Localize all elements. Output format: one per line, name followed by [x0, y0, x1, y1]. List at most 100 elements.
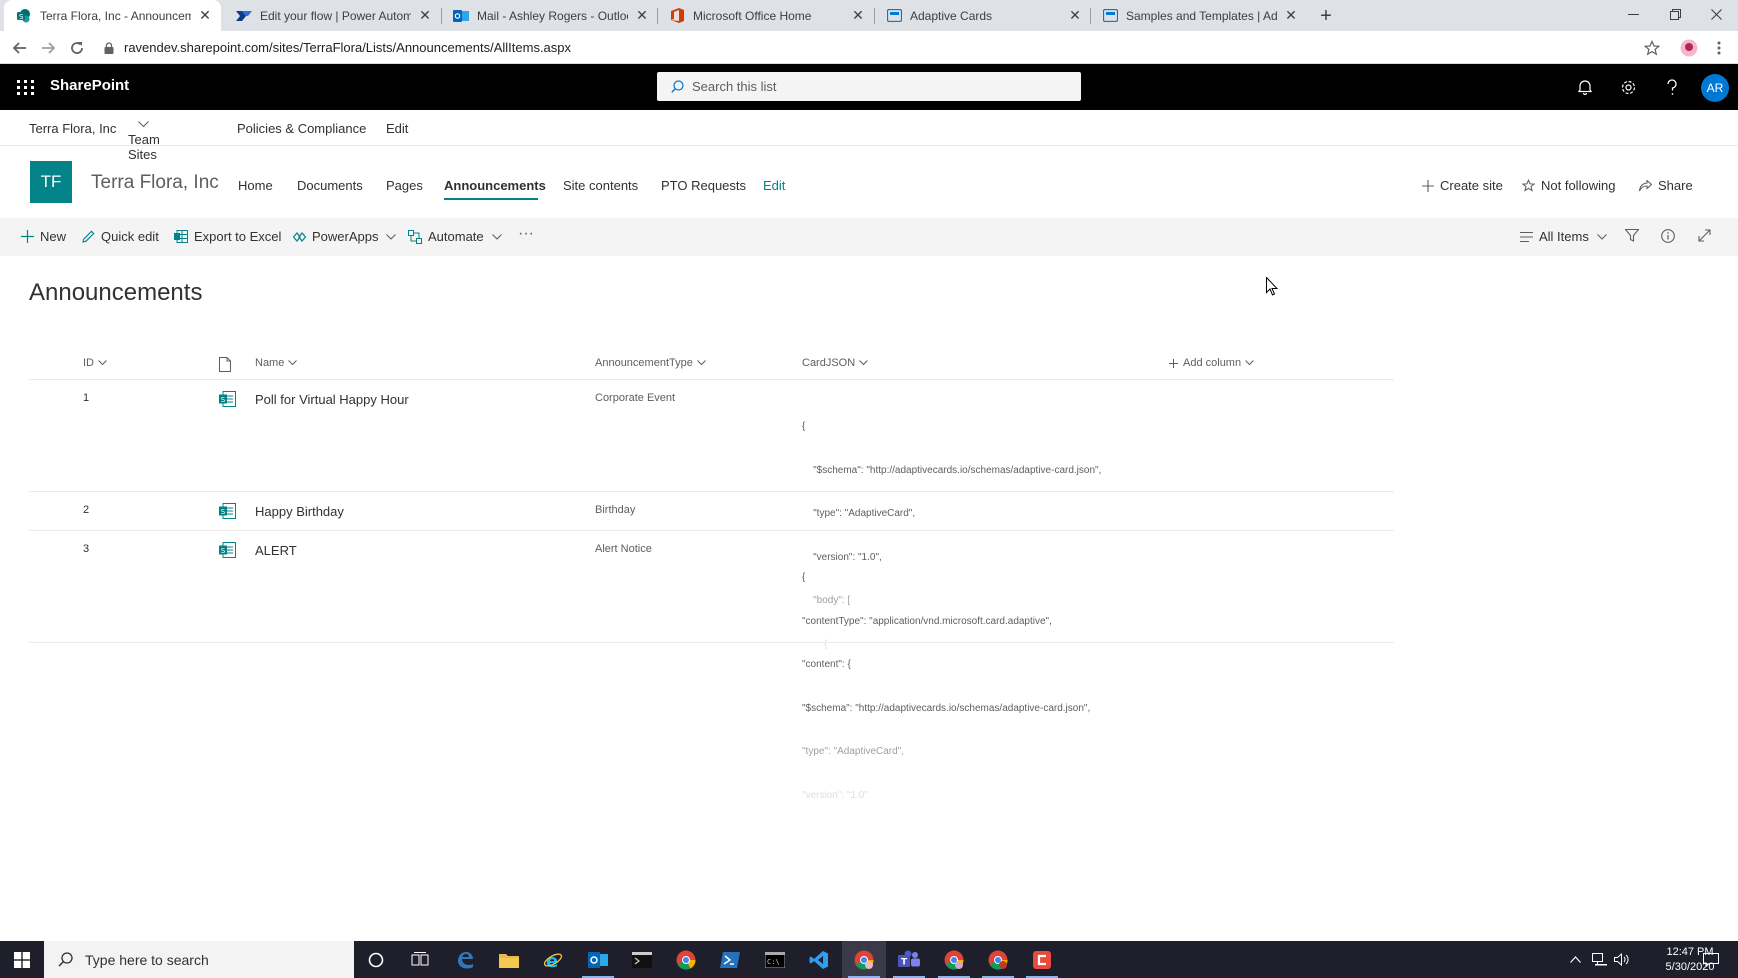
- volume-icon[interactable]: [1614, 941, 1629, 978]
- app-launcher-icon[interactable]: [10, 73, 38, 101]
- tray-overflow-icon[interactable]: [1570, 941, 1581, 978]
- excel-export-icon: [174, 230, 188, 243]
- view-switcher[interactable]: All Items: [1520, 229, 1607, 244]
- site-nav-pages[interactable]: Pages: [386, 178, 423, 193]
- quick-edit-button[interactable]: Quick edit: [82, 229, 159, 244]
- new-tab-button[interactable]: +: [1315, 5, 1337, 27]
- site-nav-pto-requests[interactable]: PTO Requests: [661, 178, 746, 193]
- column-header-file-type[interactable]: [219, 357, 231, 372]
- column-header-name[interactable]: Name: [255, 357, 298, 369]
- edge-icon[interactable]: [443, 941, 487, 978]
- teams-icon[interactable]: T: [887, 941, 931, 978]
- column-header-announcement-type[interactable]: AnnouncementType: [595, 357, 706, 369]
- hub-nav-home[interactable]: Terra Flora, Inc: [29, 121, 116, 136]
- browser-menu-icon[interactable]: [1707, 36, 1731, 60]
- browser-tab-adaptive-samples[interactable]: Samples and Templates | Adaptive Cards ✕: [1090, 0, 1307, 31]
- task-view-icon[interactable]: [398, 941, 442, 978]
- hub-nav-team-sites[interactable]: Team Sites: [128, 121, 160, 162]
- cell-name-link[interactable]: Poll for Virtual Happy Hour: [255, 392, 409, 407]
- vscode-icon[interactable]: [797, 941, 841, 978]
- chrome-icon[interactable]: [664, 941, 708, 978]
- reload-icon[interactable]: [65, 36, 89, 60]
- close-icon[interactable]: ✕: [197, 7, 213, 24]
- site-nav-announcements[interactable]: Announcements: [444, 178, 546, 193]
- action-center-icon[interactable]: [1703, 941, 1719, 978]
- sharepoint-brand[interactable]: SharePoint: [50, 77, 129, 94]
- follow-button[interactable]: Not following: [1522, 178, 1615, 193]
- site-nav-edit[interactable]: Edit: [763, 178, 785, 193]
- filter-icon[interactable]: [1625, 229, 1639, 242]
- powershell-icon[interactable]: [708, 941, 752, 978]
- network-icon[interactable]: [1592, 941, 1607, 978]
- tab-title: Edit your flow | Power Automate: [260, 8, 411, 23]
- column-header-card-json[interactable]: CardJSON: [802, 357, 869, 369]
- hub-nav-policies[interactable]: Policies & Compliance: [237, 121, 366, 136]
- automate-label: Automate: [428, 229, 484, 244]
- address-bar[interactable]: ravendev.sharepoint.com/sites/TerraFlora…: [100, 34, 1680, 61]
- user-avatar[interactable]: AR: [1701, 74, 1729, 102]
- notifications-bell-icon[interactable]: [1572, 74, 1598, 100]
- site-nav-site-contents[interactable]: Site contents: [563, 178, 638, 193]
- close-window-button[interactable]: [1694, 0, 1738, 28]
- outlook-taskbar-icon[interactable]: [576, 941, 620, 978]
- back-icon[interactable]: [8, 36, 32, 60]
- windows-start-icon[interactable]: [0, 941, 44, 978]
- search-input[interactable]: Search this list: [657, 72, 1081, 101]
- automate-button[interactable]: Automate: [408, 229, 502, 244]
- browser-tab-sharepoint[interactable]: S Terra Flora, Inc - Announcements ✕: [4, 0, 221, 31]
- close-icon[interactable]: ✕: [634, 7, 650, 24]
- chevron-down-icon: [98, 360, 107, 366]
- chrome-profile-2-icon[interactable]: [932, 941, 976, 978]
- camtasia-icon[interactable]: [1020, 941, 1064, 978]
- bookmark-star-icon[interactable]: [1640, 36, 1664, 60]
- browser-tab-power-automate[interactable]: Edit your flow | Power Automate ✕: [224, 0, 441, 31]
- internet-explorer-icon[interactable]: e: [531, 941, 575, 978]
- site-title[interactable]: Terra Flora, Inc: [91, 172, 219, 194]
- command-prompt-icon[interactable]: C:\: [753, 941, 797, 978]
- column-header-id[interactable]: ID: [83, 357, 107, 369]
- add-column-button[interactable]: Add column: [1169, 357, 1254, 369]
- close-icon[interactable]: ✕: [1283, 7, 1299, 24]
- new-button[interactable]: New: [21, 229, 66, 244]
- svg-text:S: S: [221, 547, 226, 555]
- file-explorer-icon[interactable]: [487, 941, 531, 978]
- row-divider: [29, 491, 1394, 492]
- restore-button[interactable]: [1653, 0, 1697, 28]
- svg-text:S: S: [221, 396, 226, 404]
- chrome-profile-icon[interactable]: [842, 941, 886, 978]
- taskbar-search-placeholder: Type here to search: [85, 951, 209, 968]
- settings-gear-icon[interactable]: [1615, 74, 1641, 100]
- sharepoint-suite-bar: SharePoint Search this list AR: [0, 64, 1738, 110]
- site-nav-documents[interactable]: Documents: [297, 178, 363, 193]
- export-excel-button[interactable]: Export to Excel: [174, 229, 281, 244]
- browser-tab-outlook[interactable]: Mail - Ashley Rogers - Outlook ✕: [441, 0, 658, 31]
- share-button[interactable]: Share: [1639, 178, 1693, 193]
- taskbar-search-input[interactable]: Type here to search: [44, 941, 354, 978]
- info-icon[interactable]: [1661, 229, 1675, 243]
- expand-icon[interactable]: [1698, 229, 1711, 242]
- close-icon[interactable]: ✕: [1067, 7, 1083, 24]
- close-icon[interactable]: ✕: [850, 7, 866, 24]
- more-options-button[interactable]: ···: [518, 225, 534, 243]
- cell-name-link[interactable]: ALERT: [255, 543, 297, 558]
- site-logo[interactable]: TF: [30, 161, 72, 203]
- chrome-profile-3-icon[interactable]: [976, 941, 1020, 978]
- cell-announcement-type: Birthday: [595, 504, 636, 516]
- browser-tab-office[interactable]: Microsoft Office Home ✕: [657, 0, 874, 31]
- powerapps-button[interactable]: PowerApps: [293, 229, 397, 244]
- create-site-button[interactable]: Create site: [1422, 178, 1503, 193]
- help-icon[interactable]: [1659, 74, 1685, 100]
- cell-name-link[interactable]: Happy Birthday: [255, 504, 344, 519]
- page-title: Announcements: [29, 279, 203, 306]
- terminal-icon[interactable]: [620, 941, 664, 978]
- close-icon[interactable]: ✕: [417, 7, 433, 24]
- hub-nav-edit[interactable]: Edit: [386, 121, 408, 136]
- minimize-button[interactable]: [1611, 0, 1655, 28]
- site-nav-home[interactable]: Home: [238, 178, 273, 193]
- cortana-icon[interactable]: [354, 941, 398, 978]
- forward-icon[interactable]: [36, 36, 60, 60]
- browser-tab-adaptive-cards[interactable]: Adaptive Cards ✕: [874, 0, 1091, 31]
- cell-announcement-type: Alert Notice: [595, 543, 652, 555]
- profile-icon[interactable]: [1677, 36, 1701, 60]
- search-placeholder: Search this list: [692, 79, 777, 94]
